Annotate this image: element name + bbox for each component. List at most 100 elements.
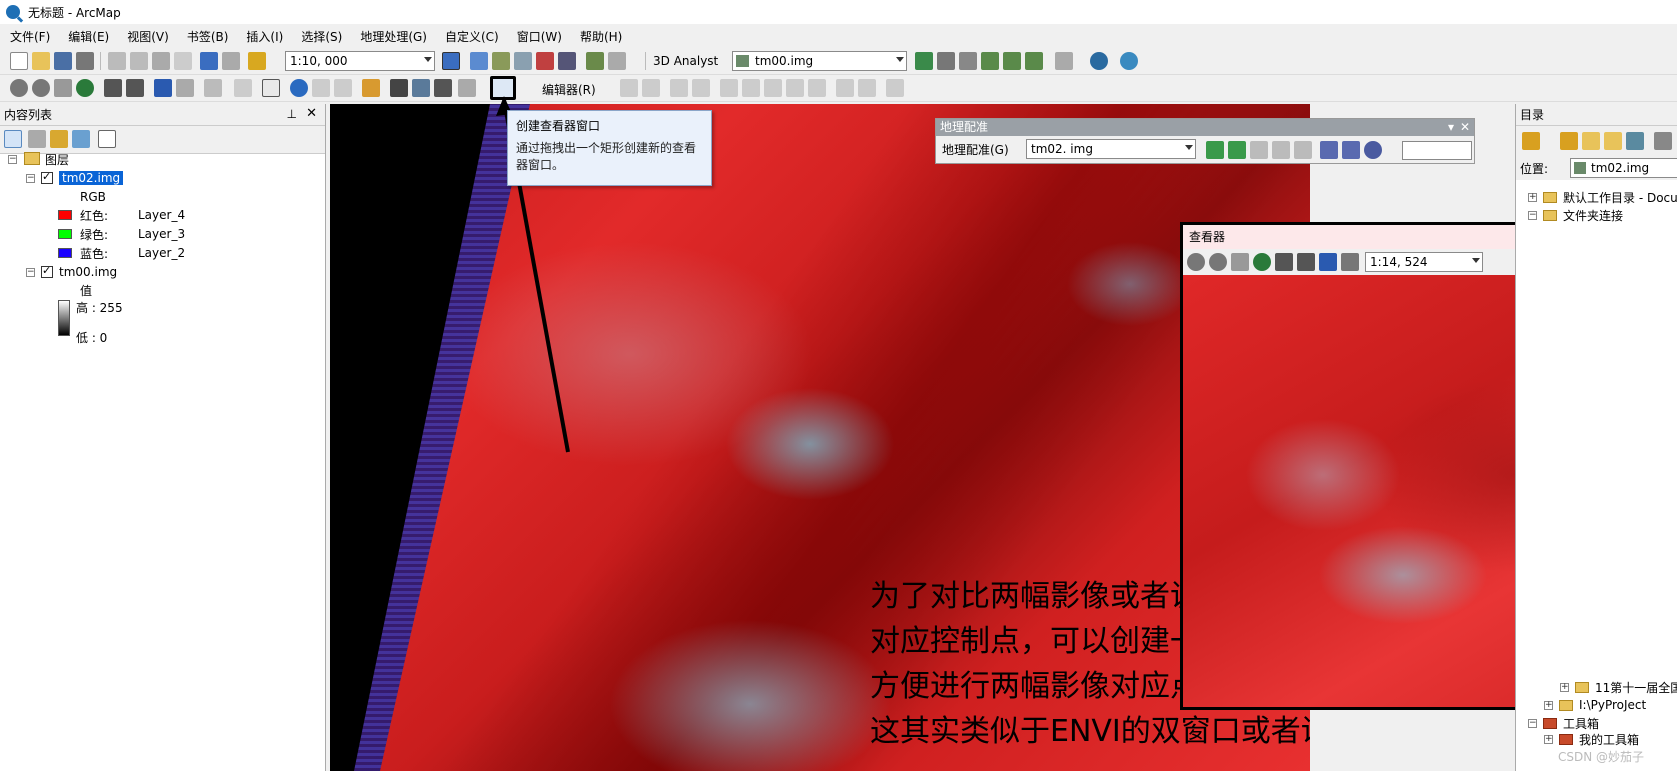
georef-layer-combo[interactable]: tm02. img (1026, 139, 1196, 159)
menu-bookmarks[interactable]: 书签(B) (187, 28, 229, 45)
full-extent-icon[interactable] (1253, 253, 1271, 271)
layer-visibility-checkbox[interactable] (41, 264, 53, 278)
attributes-icon[interactable] (836, 79, 854, 97)
options-icon[interactable] (98, 130, 116, 148)
expand-toggle[interactable]: + (1544, 700, 1553, 710)
menu-insert[interactable]: 插入(I) (246, 28, 283, 45)
layer-combo[interactable]: tm00.img (732, 51, 907, 71)
print-icon[interactable] (76, 52, 94, 70)
catalog-window-icon[interactable] (492, 52, 510, 70)
hyperlink-icon[interactable] (312, 79, 330, 97)
full-extent-icon[interactable] (76, 79, 94, 97)
link-table-icon[interactable] (1342, 141, 1360, 159)
back-extent-icon[interactable] (1319, 253, 1337, 271)
list-by-visibility-icon[interactable] (50, 130, 68, 148)
list-by-selection-icon[interactable] (72, 130, 90, 148)
contour-icon[interactable] (915, 52, 933, 70)
back-extent-icon[interactable] (154, 79, 172, 97)
measure-tool-icon[interactable] (362, 79, 380, 97)
toc-window-icon[interactable] (470, 52, 488, 70)
rotate-icon[interactable] (1364, 141, 1382, 159)
forward-extent-icon[interactable] (176, 79, 194, 97)
measure-icon[interactable] (608, 52, 626, 70)
location-input[interactable]: tm02.img (1570, 158, 1677, 178)
fixed-zoom-out-icon[interactable] (126, 79, 144, 97)
forward-icon[interactable] (1560, 132, 1578, 150)
pin-icon[interactable]: ⊥ (287, 107, 297, 121)
viewer-scale-combo[interactable]: 1:14, 524 (1365, 252, 1483, 272)
save-icon[interactable] (54, 52, 72, 70)
layer-name-tm00[interactable]: tm00.img (59, 265, 117, 279)
interpolate-line-icon[interactable] (1003, 52, 1021, 70)
time-slider-icon[interactable] (458, 79, 476, 97)
catalog-item-folder[interactable]: 11第十一届全国 (1595, 679, 1677, 696)
fixed-zoom-in-icon[interactable] (104, 79, 122, 97)
line-of-sight-icon[interactable] (959, 52, 977, 70)
zoom-in-icon[interactable] (10, 79, 28, 97)
menu-geoprocessing[interactable]: 地理处理(G) (360, 28, 427, 45)
find-icon[interactable] (390, 79, 408, 97)
map-view[interactable]: 为了对比两幅影像或者说我们后面找到 对应控制点，可以创建一个查看器窗口 方便进行… (330, 104, 1310, 771)
go-to-xy-icon[interactable] (434, 79, 452, 97)
steepest-path-icon[interactable] (937, 52, 955, 70)
expand-toggle[interactable]: − (1528, 718, 1537, 728)
menu-view[interactable]: 视图(V) (127, 28, 169, 45)
interpolate-polygon-icon[interactable] (1025, 52, 1043, 70)
clear-selection-icon[interactable] (234, 79, 252, 97)
auto-registration-icon[interactable] (1228, 141, 1246, 159)
zoom-in-icon[interactable] (1187, 253, 1205, 271)
select-features-icon[interactable] (204, 79, 222, 97)
close-icon[interactable]: ✕ (1460, 119, 1470, 136)
catalog-item-toolboxes[interactable]: 工具箱 (1563, 715, 1599, 732)
copy-icon[interactable] (130, 52, 148, 70)
profile-graph-icon[interactable] (1055, 52, 1073, 70)
forward-extent-icon[interactable] (1341, 253, 1359, 271)
catalog-item-connections[interactable]: 文件夹连接 (1563, 207, 1623, 224)
open-folder-icon[interactable] (32, 52, 50, 70)
menu-help[interactable]: 帮助(H) (580, 28, 622, 45)
create-viewer-window-icon[interactable] (490, 76, 516, 100)
edit-annotation-icon[interactable] (642, 79, 660, 97)
home-icon[interactable] (1604, 132, 1622, 150)
editor-toolbar-icon[interactable] (442, 52, 460, 70)
add-data-icon[interactable] (248, 52, 266, 70)
3d-analyst-label[interactable]: 3D Analyst (653, 54, 718, 68)
editor-menu[interactable]: 编辑器(R) (542, 81, 596, 98)
list-by-source-icon[interactable] (28, 130, 46, 148)
identify-icon[interactable] (290, 79, 308, 97)
list-by-drawing-order-icon[interactable] (4, 130, 22, 148)
expand-toggle[interactable]: − (26, 173, 35, 183)
catalog-item-pyproject[interactable]: I:\PyProJect (1579, 698, 1646, 712)
new-document-icon[interactable] (10, 52, 28, 70)
sketch-properties-icon[interactable] (858, 79, 876, 97)
html-popup-icon[interactable] (334, 79, 352, 97)
fixed-zoom-out-icon[interactable] (1297, 253, 1315, 271)
arcglobe-icon[interactable] (1090, 52, 1108, 70)
zoom-out-icon[interactable] (32, 79, 50, 97)
create-features-icon[interactable] (886, 79, 904, 97)
expand-toggle[interactable]: − (1528, 210, 1537, 220)
catalog-item-my-toolboxes[interactable]: 我的工具箱 (1579, 731, 1639, 748)
interpolate-point-icon[interactable] (981, 52, 999, 70)
python-window-icon[interactable] (558, 52, 576, 70)
search-window-icon[interactable] (514, 52, 532, 70)
menu-edit[interactable]: 编辑(E) (68, 28, 109, 45)
menu-selection[interactable]: 选择(S) (301, 28, 342, 45)
rotation-input[interactable] (1402, 141, 1472, 160)
arcscene-icon[interactable] (1120, 52, 1138, 70)
split-icon[interactable] (786, 79, 804, 97)
trace-icon[interactable] (692, 79, 710, 97)
connect-folder-icon[interactable] (1626, 132, 1644, 150)
pan-icon[interactable] (54, 79, 72, 97)
delete-icon[interactable] (174, 52, 192, 70)
scale-combo[interactable]: 1:10, 000 (285, 51, 435, 71)
view-options-icon[interactable] (1654, 132, 1672, 150)
expand-toggle[interactable]: − (26, 267, 35, 277)
reshape-icon[interactable] (742, 79, 760, 97)
model-builder-icon[interactable] (586, 52, 604, 70)
zoom-out-icon[interactable] (1209, 253, 1227, 271)
find-route-icon[interactable] (412, 79, 430, 97)
edit-vertices-icon[interactable] (720, 79, 738, 97)
expand-toggle[interactable]: + (1544, 734, 1553, 744)
expand-toggle[interactable]: + (1528, 192, 1537, 202)
